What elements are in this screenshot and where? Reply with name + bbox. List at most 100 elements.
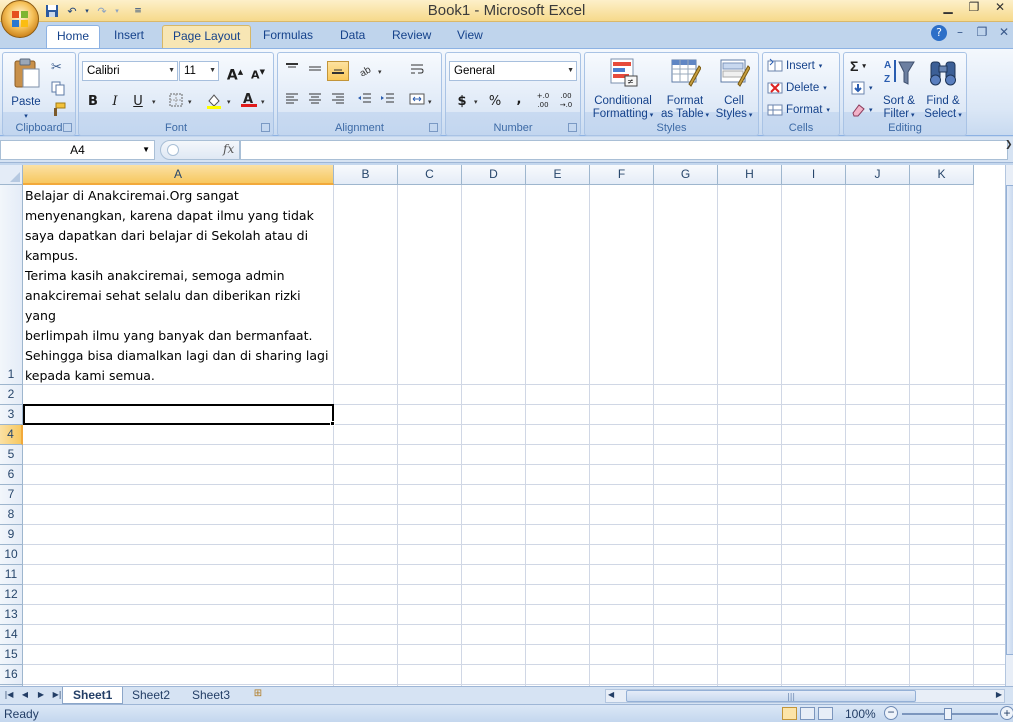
column-header-g[interactable]: G — [654, 165, 718, 185]
decrease-indent-button[interactable] — [354, 91, 376, 111]
autosum-button[interactable]: Σ ▾ — [850, 56, 866, 76]
office-button[interactable] — [1, 0, 39, 38]
increase-indent-button[interactable] — [377, 91, 399, 111]
sheet-tab-sheet2[interactable]: Sheet2 — [122, 687, 180, 704]
workbook-minimize-icon[interactable]: – — [951, 25, 969, 43]
font-launcher-icon[interactable] — [261, 123, 270, 132]
font-color-button[interactable]: A — [237, 89, 259, 109]
workbook-close-icon[interactable]: ✕ — [995, 25, 1013, 43]
grow-font-button[interactable]: A▲ — [224, 61, 246, 84]
shrink-font-button[interactable]: A▼ — [247, 61, 269, 82]
alignment-launcher-icon[interactable] — [429, 123, 438, 132]
prev-sheet-icon[interactable]: ◀ — [18, 688, 32, 702]
column-header-j[interactable]: J — [846, 165, 910, 185]
copy-button[interactable] — [51, 78, 66, 98]
zoom-in-icon[interactable]: + — [1000, 706, 1013, 720]
fill-color-dropdown-icon[interactable]: ▾ — [227, 98, 231, 106]
normal-view-icon[interactable] — [782, 707, 797, 720]
column-header-a[interactable]: A — [23, 165, 334, 185]
font-color-dropdown-icon[interactable]: ▾ — [261, 98, 265, 106]
format-cells-button[interactable]: Format ▾ — [767, 100, 830, 120]
orientation-button[interactable]: ab — [356, 61, 378, 81]
column-header-f[interactable]: F — [590, 165, 654, 185]
worksheet-grid[interactable]: ABCDEFGHIJK 1234567891011121314151617 Be… — [0, 165, 1005, 686]
borders-button[interactable] — [165, 91, 187, 111]
column-header-b[interactable]: B — [334, 165, 398, 185]
row-header-1[interactable]: 1 — [0, 185, 23, 385]
expand-formula-bar-icon[interactable]: ❯ — [1005, 140, 1013, 160]
font-size-combo[interactable]: 11 ▼ — [179, 61, 219, 81]
row-header-9[interactable]: 9 — [0, 525, 23, 545]
row-header-10[interactable]: 10 — [0, 545, 23, 565]
merge-center-button[interactable] — [406, 91, 428, 111]
font-size-dropdown-icon[interactable]: ▼ — [209, 62, 216, 80]
row-header-5[interactable]: 5 — [0, 445, 23, 465]
row-header-8[interactable]: 8 — [0, 505, 23, 525]
column-header-d[interactable]: D — [462, 165, 526, 185]
scroll-right-icon[interactable]: ▶ — [996, 690, 1002, 699]
italic-button[interactable]: I — [104, 91, 126, 111]
borders-dropdown-icon[interactable]: ▾ — [188, 98, 192, 106]
row-header-12[interactable]: 12 — [0, 585, 23, 605]
vertical-scrollbar[interactable] — [1005, 165, 1013, 686]
first-sheet-icon[interactable]: |◀ — [2, 688, 16, 702]
horizontal-scroll-thumb[interactable]: ||| — [626, 690, 916, 702]
align-left-button[interactable] — [281, 91, 303, 111]
fill-color-button[interactable] — [203, 91, 225, 111]
align-middle-button[interactable] — [304, 61, 326, 81]
tab-insert[interactable]: Insert — [104, 25, 154, 48]
number-launcher-icon[interactable] — [568, 123, 577, 132]
column-header-k[interactable]: K — [910, 165, 974, 185]
row-header-3[interactable]: 3 — [0, 405, 23, 425]
increase-decimal-button[interactable]: +.0 .00 — [532, 91, 554, 111]
page-layout-view-icon[interactable] — [800, 707, 815, 720]
tab-home[interactable]: Home — [46, 25, 101, 49]
fill-button[interactable]: ▾ — [850, 78, 873, 98]
minimize-icon[interactable]: ▁ — [935, 0, 961, 16]
percent-button[interactable]: % — [484, 91, 506, 111]
page-break-view-icon[interactable] — [818, 707, 833, 720]
align-right-button[interactable] — [327, 91, 349, 111]
next-sheet-icon[interactable]: ▶ — [34, 688, 48, 702]
orientation-dropdown-icon[interactable]: ▾ — [378, 68, 382, 76]
column-header-c[interactable]: C — [398, 165, 462, 185]
wrap-text-button[interactable] — [406, 61, 428, 81]
tab-data[interactable]: Data — [330, 25, 375, 48]
align-bottom-button[interactable] — [327, 61, 349, 81]
zoom-level[interactable]: 100% — [845, 707, 876, 721]
column-header-e[interactable]: E — [526, 165, 590, 185]
scroll-left-icon[interactable]: ◀ — [608, 690, 614, 699]
row-header-4[interactable]: 4 — [0, 425, 23, 445]
row-header-13[interactable]: 13 — [0, 605, 23, 625]
zoom-slider-thumb[interactable] — [944, 708, 952, 720]
comma-button[interactable]: , — [508, 89, 530, 109]
find-select-button[interactable]: Find & Select ▾ — [922, 56, 964, 122]
row-header-11[interactable]: 11 — [0, 565, 23, 585]
delete-cells-button[interactable]: Delete ▾ — [767, 78, 827, 98]
restore-icon[interactable]: ❐ — [961, 0, 987, 16]
conditional-formatting-button[interactable]: ≠ Conditional Formatting ▾ — [588, 56, 658, 122]
currency-button[interactable]: $ — [451, 91, 473, 111]
merge-dropdown-icon[interactable]: ▾ — [428, 98, 432, 106]
sheet-tab-sheet3[interactable]: Sheet3 — [182, 687, 240, 704]
row-header-2[interactable]: 2 — [0, 385, 23, 405]
tab-page-layout[interactable]: Page Layout — [162, 25, 252, 48]
paste-button[interactable]: Paste ▾ — [7, 57, 45, 123]
currency-dropdown-icon[interactable]: ▾ — [474, 98, 478, 106]
cut-button[interactable]: ✂ — [51, 57, 62, 77]
column-header-h[interactable]: H — [718, 165, 782, 185]
column-header-i[interactable]: I — [782, 165, 846, 185]
number-format-combo[interactable]: General ▼ — [449, 61, 577, 81]
insert-sheet-icon[interactable]: ⊞ — [248, 688, 268, 703]
clipboard-launcher-icon[interactable] — [63, 123, 72, 132]
fill-handle[interactable] — [330, 421, 335, 426]
formula-input[interactable] — [240, 140, 1008, 160]
row-header-6[interactable]: 6 — [0, 465, 23, 485]
sort-filter-button[interactable]: A Z Sort & Filter ▾ — [880, 56, 918, 122]
paste-dropdown-icon[interactable]: ▾ — [24, 113, 28, 120]
tab-review[interactable]: Review — [382, 25, 441, 48]
sheet-tab-sheet1[interactable]: Sheet1 — [62, 687, 124, 704]
insert-function-icon[interactable]: fx — [223, 142, 234, 156]
zoom-out-icon[interactable]: − — [884, 706, 898, 720]
workbook-restore-icon[interactable]: ❐ — [973, 25, 991, 43]
